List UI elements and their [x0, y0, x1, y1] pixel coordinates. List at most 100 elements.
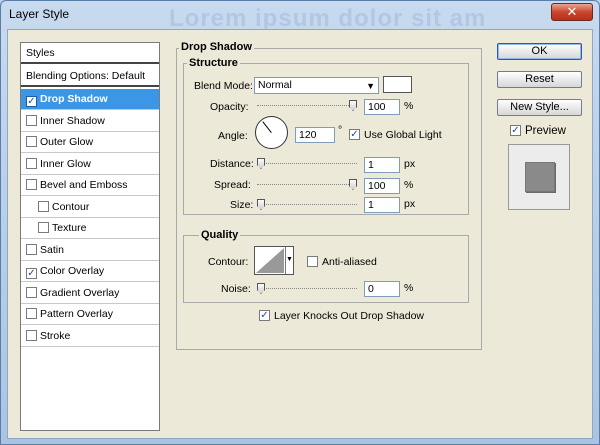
close-button[interactable]: ✕ — [551, 3, 593, 21]
window-title: Layer Style — [9, 7, 70, 21]
blending-options-item[interactable]: Blending Options: Default — [21, 66, 159, 87]
slider-thumb[interactable] — [257, 199, 265, 210]
distance-field[interactable]: 1 — [364, 157, 400, 173]
style-item-contour[interactable]: Contour — [21, 197, 159, 218]
spread-field[interactable]: 100 — [364, 178, 400, 194]
anti-aliased-label: Anti-aliased — [322, 256, 377, 268]
style-item-pattern-overlay[interactable]: Pattern Overlay — [21, 304, 159, 325]
contour-checkbox[interactable] — [38, 200, 49, 212]
title-bar[interactable]: Layer Style Lorem ipsum dolor sit am ✕ — [1, 1, 599, 32]
bevel-emboss-checkbox[interactable] — [26, 179, 37, 190]
size-label: Size: — [230, 199, 254, 211]
blend-mode-label: Blend Mode: — [194, 80, 253, 92]
inner-shadow-checkbox[interactable] — [26, 114, 37, 126]
preview-label: Preview — [525, 125, 566, 137]
styles-list: Styles Blending Options: Default ✓ Drop S… — [20, 42, 160, 431]
gradient-overlay-checkbox[interactable] — [26, 286, 37, 298]
opacity-unit: % — [404, 100, 414, 112]
style-item-color-overlay[interactable]: ✓ Color Overlay — [21, 261, 159, 282]
drop-shadow-checkbox[interactable]: ✓ — [26, 96, 37, 107]
use-global-light-checkbox[interactable]: ✓ — [349, 129, 360, 140]
spread-label: Spread: — [214, 179, 251, 191]
style-item-gradient-overlay[interactable]: Gradient Overlay — [21, 283, 159, 304]
distance-label: Distance: — [210, 158, 254, 170]
color-overlay-checkbox[interactable]: ✓ — [26, 268, 37, 279]
opacity-slider[interactable] — [257, 100, 357, 111]
style-item-label: Texture — [52, 222, 87, 234]
style-item-outer-glow[interactable]: Outer Glow — [21, 132, 159, 153]
use-global-light-label: Use Global Light — [364, 129, 442, 141]
new-style-button[interactable]: New Style... — [497, 99, 582, 116]
distance-slider[interactable] — [257, 158, 357, 169]
preview-swatch — [525, 162, 555, 192]
opacity-label: Opacity: — [210, 101, 249, 113]
angle-unit: ° — [338, 124, 343, 136]
style-item-label: Inner Shadow — [40, 114, 105, 127]
style-item-label: Stroke — [40, 329, 71, 342]
dialog-client-area: Styles Blending Options: Default ✓ Drop S… — [7, 29, 593, 439]
style-item-satin[interactable]: Satin — [21, 240, 159, 261]
style-item-bevel-emboss[interactable]: Bevel and Emboss — [21, 175, 159, 196]
preview-box — [508, 144, 570, 210]
size-unit: px — [404, 198, 416, 210]
style-item-label: Contour — [52, 200, 90, 213]
noise-field[interactable]: 0 — [364, 281, 400, 297]
structure-title: Structure — [187, 57, 240, 69]
size-field[interactable]: 1 — [364, 197, 400, 213]
spread-slider[interactable] — [257, 179, 357, 190]
style-item-texture[interactable]: Texture — [21, 218, 159, 239]
angle-label: Angle: — [218, 130, 248, 142]
outer-glow-checkbox[interactable] — [26, 136, 37, 147]
contour-linear-icon — [256, 248, 284, 273]
styles-header[interactable]: Styles — [21, 43, 159, 64]
style-item-stroke[interactable]: Stroke — [21, 326, 159, 347]
style-item-label: Bevel and Emboss — [40, 179, 128, 191]
noise-label: Noise: — [221, 283, 251, 295]
noise-unit: % — [404, 282, 414, 294]
reset-button[interactable]: Reset — [497, 71, 582, 88]
preview-checkbox[interactable]: ✓ — [510, 125, 521, 136]
style-item-label: Pattern Overlay — [40, 308, 113, 320]
satin-checkbox[interactable] — [26, 243, 37, 255]
style-item-label: Gradient Overlay — [40, 286, 120, 299]
layer-style-window: Layer Style Lorem ipsum dolor sit am ✕ S… — [0, 0, 600, 445]
noise-slider[interactable] — [257, 283, 357, 294]
slider-thumb[interactable] — [349, 100, 357, 111]
style-item-inner-shadow[interactable]: Inner Shadow — [21, 111, 159, 132]
stroke-checkbox[interactable] — [26, 329, 37, 341]
blend-mode-value: Normal — [258, 79, 292, 91]
close-icon: ✕ — [566, 4, 578, 19]
angle-dial-needle — [262, 121, 272, 133]
angle-dial[interactable] — [255, 116, 288, 149]
chevron-down-icon: ▼ — [366, 81, 375, 91]
blend-mode-select[interactable]: Normal ▼ — [254, 77, 379, 94]
knockout-checkbox[interactable]: ✓ — [259, 310, 270, 321]
pattern-overlay-checkbox[interactable] — [26, 308, 37, 319]
contour-picker[interactable]: ▼ — [254, 246, 294, 275]
spread-unit: % — [404, 179, 414, 191]
style-item-label: Drop Shadow — [40, 93, 108, 105]
style-item-inner-glow[interactable]: Inner Glow — [21, 154, 159, 175]
chevron-down-icon[interactable]: ▼ — [285, 247, 293, 274]
style-item-label: Inner Glow — [40, 157, 91, 170]
shadow-color-swatch[interactable] — [383, 76, 412, 93]
slider-thumb[interactable] — [257, 283, 265, 294]
angle-field[interactable]: 120 — [295, 127, 335, 143]
drop-shadow-title: Drop Shadow — [179, 41, 254, 53]
contour-label: Contour: — [208, 256, 249, 268]
style-item-label: Color Overlay — [40, 265, 105, 277]
texture-checkbox[interactable] — [38, 222, 49, 233]
size-slider[interactable] — [257, 199, 357, 210]
opacity-field[interactable]: 100 — [364, 99, 400, 115]
inner-glow-checkbox[interactable] — [26, 157, 37, 169]
style-item-drop-shadow[interactable]: ✓ Drop Shadow — [21, 89, 159, 110]
slider-thumb[interactable] — [349, 179, 357, 190]
slider-thumb[interactable] — [257, 158, 265, 169]
style-item-label: Outer Glow — [40, 136, 94, 148]
style-item-label: Satin — [40, 243, 64, 256]
anti-aliased-checkbox[interactable] — [307, 256, 318, 267]
ok-button[interactable]: OK — [497, 43, 582, 60]
distance-unit: px — [404, 158, 416, 170]
quality-title: Quality — [199, 229, 241, 241]
knockout-label: Layer Knocks Out Drop Shadow — [274, 310, 424, 322]
